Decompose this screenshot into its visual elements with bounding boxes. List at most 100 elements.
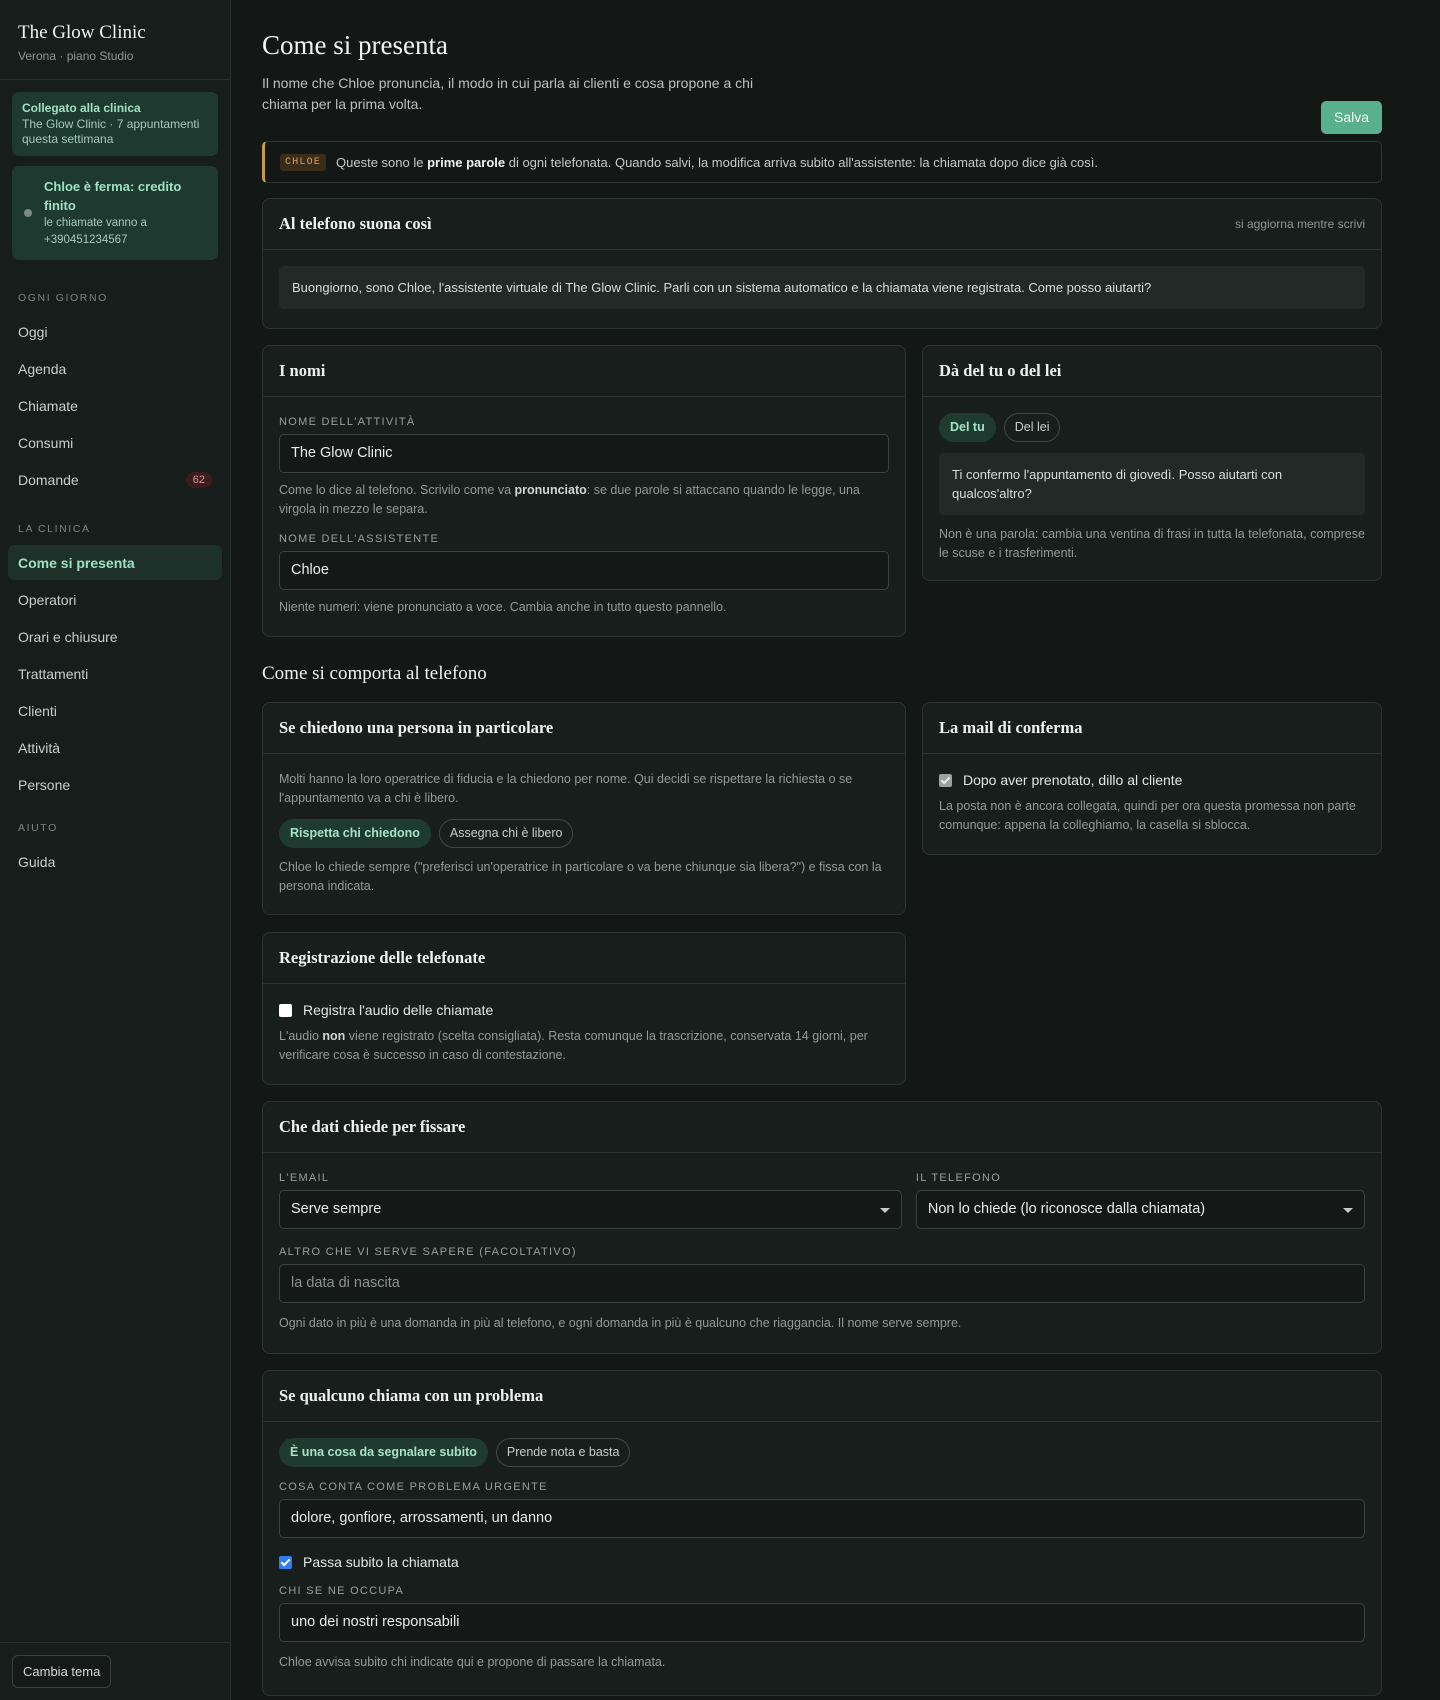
help-text-end: viene registrato (scelta consigliata). R… — [279, 1029, 868, 1062]
option-del-tu[interactable]: Del tu — [939, 413, 996, 442]
booking-data-card: Che dati chiede per fissare L'email Serv… — [262, 1101, 1382, 1354]
assistant-paused-title: Chloe è ferma: credito finito — [44, 179, 182, 213]
recording-label: Registra l'audio delle chiamate — [303, 1002, 494, 1018]
card-title: Se chiedono una persona in particolare — [279, 718, 554, 737]
sidebar-item-persone[interactable]: Persone — [8, 767, 222, 802]
recording-card: Registrazione delle telefonate Registra … — [262, 932, 906, 1085]
confirmation-mail-label: Dopo aver prenotato, dillo al cliente — [963, 772, 1183, 788]
notice-text: Queste sono le prime parole di ogni tele… — [336, 155, 1098, 170]
status-dot-icon — [24, 209, 32, 217]
sidebar-item-label: Agenda — [18, 360, 67, 377]
sidebar-footer: Cambia tema — [0, 1642, 230, 1700]
option-respect-request[interactable]: Rispetta chi chiedono — [279, 819, 431, 848]
sidebar-item-attivita[interactable]: Attività — [8, 730, 222, 765]
card-header: Dà del tu o del lei — [923, 346, 1381, 397]
transfer-call-checkbox-row[interactable]: Passa subito la chiamata — [279, 1554, 1365, 1570]
problem-help: Chloe avvisa subito chi indicate qui e p… — [279, 1655, 666, 1669]
recording-checkbox-row[interactable]: Registra l'audio delle chiamate — [279, 1002, 889, 1018]
handler-input[interactable]: uno dei nostri responsabili — [279, 1603, 1365, 1642]
sidebar-item-label: Domande — [18, 471, 79, 488]
nav-section-aiuto: Aiuto — [18, 822, 58, 834]
save-button[interactable]: Salva — [1321, 101, 1382, 134]
sidebar-item-domande[interactable]: Domande 62 — [8, 462, 222, 497]
sidebar-item-label: Operatori — [18, 591, 77, 608]
option-del-lei[interactable]: Del lei — [1003, 413, 1061, 442]
connection-status-text: The Glow Clinic · 7 appuntamenti questa … — [22, 117, 200, 146]
specific-person-intro: Molti hanno la loro operatrice di fiduci… — [279, 772, 853, 805]
specific-person-card: Se chiedono una persona in particolare M… — [262, 702, 906, 915]
sidebar-item-label: Persone — [18, 776, 71, 793]
card-title: Dà del tu o del lei — [939, 361, 1062, 380]
sidebar-item-label: Consumi — [18, 434, 74, 451]
business-name-input[interactable]: The Glow Clinic — [279, 434, 889, 473]
problem-toggle: È una cosa da segnalare subito Prende no… — [279, 1438, 1365, 1467]
notice-text-end: di ogni telefonata. Quando salvi, la mod… — [505, 154, 1098, 170]
confirmation-mail-checkbox-row[interactable]: Dopo aver prenotato, dillo al cliente — [939, 772, 1365, 788]
option-report-immediately[interactable]: È una cosa da segnalare subito — [279, 1438, 488, 1467]
sidebar-item-consumi[interactable]: Consumi — [8, 425, 222, 460]
card-title: I nomi — [279, 361, 326, 380]
sidebar-item-chiamate[interactable]: Chiamate — [8, 388, 222, 423]
sidebar-item-orari[interactable]: Orari e chiusure — [8, 619, 222, 654]
card-title: Se qualcuno chiama con un problema — [279, 1386, 544, 1405]
assistant-name-help: Niente numeri: viene pronunciato a voce.… — [279, 600, 727, 614]
nav-section-ogni-giorno: Ogni giorno — [18, 292, 108, 304]
assistant-name-label: Nome dell'assistente — [279, 533, 440, 545]
page-description: Il nome che Chloe pronuncia, il modo in … — [262, 75, 754, 112]
transfer-call-checkbox[interactable] — [279, 1555, 292, 1569]
confirmation-mail-help: La posta non è ancora collegata, quindi … — [939, 799, 1356, 832]
urgent-problem-label: Cosa conta come problema urgente — [279, 1481, 548, 1493]
phone-preview-card: Al telefono suona così si aggiorna mentr… — [262, 198, 1382, 329]
assistant-name-input[interactable]: Chloe — [279, 551, 889, 590]
sidebar-item-trattamenti[interactable]: Trattamenti — [8, 656, 222, 691]
sidebar-item-clienti[interactable]: Clienti — [8, 693, 222, 728]
change-theme-button[interactable]: Cambia tema — [12, 1655, 112, 1688]
connection-status-card: Collegato alla clinica The Glow Clinic ·… — [12, 92, 218, 156]
extra-info-input[interactable]: la data di nascita — [279, 1264, 1365, 1303]
card-title: Al telefono suona così — [279, 214, 432, 233]
live-update-hint: si aggiorna mentre scrivi — [1234, 217, 1365, 231]
sidebar-item-guida[interactable]: Guida — [8, 844, 222, 879]
sidebar-item-label: Oggi — [18, 323, 48, 340]
sidebar-item-label: Attività — [18, 739, 61, 756]
sidebar-item-label: Chiamate — [18, 397, 78, 414]
sidebar-item-label: Come si presenta — [18, 554, 135, 571]
help-text-bold: non — [322, 1029, 346, 1043]
sidebar: The Glow Clinic Verona · piano Studio Co… — [0, 0, 231, 1700]
phone-requirement-label: Il telefono — [915, 1172, 1002, 1184]
names-card: I nomi Nome dell'attività The Glow Clini… — [262, 345, 906, 637]
formality-help: Non è una parola: cambia una ventina di … — [939, 527, 1365, 560]
formality-card: Dà del tu o del lei Del tu Del lei Ti co… — [922, 345, 1382, 581]
help-text-bold: pronunciato — [514, 483, 587, 497]
card-title: Registrazione delle telefonate — [279, 948, 486, 967]
phone-requirement-select[interactable]: Non lo chiede (lo riconosce dalla chiama… — [915, 1190, 1365, 1229]
specific-person-help: Chloe lo chiede sempre ("preferisci un'o… — [279, 860, 882, 893]
card-header: Registrazione delle telefonate — [263, 933, 905, 984]
sidebar-item-agenda[interactable]: Agenda — [8, 351, 222, 386]
card-title: La mail di conferma — [939, 718, 1083, 737]
confirmation-mail-checkbox[interactable] — [939, 773, 952, 787]
option-assign-free[interactable]: Assegna chi è libero — [438, 819, 574, 848]
business-name-label: Nome dell'attività — [279, 416, 416, 428]
help-text-start: L'audio — [279, 1029, 323, 1043]
notice-text-start: Queste sono le — [336, 154, 428, 170]
recording-checkbox[interactable] — [279, 1003, 292, 1017]
card-header: I nomi — [263, 346, 905, 397]
sidebar-item-oggi[interactable]: Oggi — [8, 314, 222, 349]
behavior-section-title: Come si comporta al telefono — [262, 663, 487, 684]
problem-card: Se qualcuno chiama con un problema È una… — [262, 1370, 1382, 1696]
option-take-note[interactable]: Prende nota e basta — [495, 1438, 631, 1467]
email-requirement-select[interactable]: Serve sempre — [279, 1190, 902, 1229]
greeting-preview: Buongiorno, sono Chloe, l'assistente vir… — [279, 266, 1365, 309]
urgent-problem-input[interactable]: dolore, gonfiore, arrossamenti, un danno — [279, 1499, 1365, 1538]
count-badge: 62 — [185, 471, 212, 488]
info-notice: CHLOE Queste sono le prime parole di ogn… — [262, 141, 1382, 183]
brand-title: The Glow Clinic — [18, 22, 146, 43]
sidebar-item-operatori[interactable]: Operatori — [8, 582, 222, 617]
card-header: La mail di conferma — [923, 703, 1381, 754]
sidebar-item-label: Clienti — [18, 702, 57, 719]
handler-label: Chi se ne occupa — [279, 1585, 405, 1597]
help-text-start: Come lo dice al telefono. Scrivilo come … — [279, 483, 515, 497]
sidebar-item-come-si-presenta[interactable]: Come si presenta — [8, 545, 222, 580]
card-header: Se qualcuno chiama con un problema — [263, 1371, 1381, 1422]
